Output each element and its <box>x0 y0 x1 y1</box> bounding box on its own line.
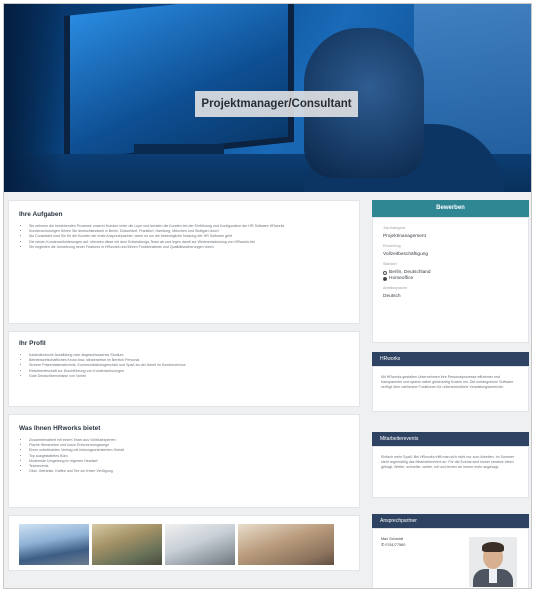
profile-heading: Ihr Profil <box>19 340 46 347</box>
radio-icon <box>383 271 387 275</box>
contact-avatar <box>469 537 517 587</box>
list-item: Gute Deutschkenntnisse von Vorteil <box>29 374 349 379</box>
office-interior-photo[interactable] <box>165 524 235 565</box>
profile-card: Ihr Profil Kaufmännische Ausbildung oder… <box>8 331 360 407</box>
team-group-photo[interactable] <box>238 524 334 565</box>
page-frame: Projektmanager/Consultant Ihre Aufgaben … <box>3 3 532 589</box>
contact-phone-number: 0761/77560 <box>385 542 406 547</box>
apply-button[interactable]: Bewerben <box>372 200 529 217</box>
offer-heading: Was Ihnen HRworks bietet <box>19 425 101 432</box>
about-box: Mit HRworks gestalten Unternehmen ihre P… <box>372 366 529 412</box>
about-text: Mit HRworks gestalten Unternehmen ihre P… <box>381 375 514 390</box>
offer-list: Zusammenarbeit mit einem Team aus Vollbl… <box>19 438 349 474</box>
hero-monitor <box>64 4 294 167</box>
events-heading: Mitarbeiterevents <box>372 432 529 446</box>
contact-box: Max Schmidt ✆ 0761/77560 <box>372 528 529 588</box>
tasks-list: Sie nehmen die bestehenden Prozesse unse… <box>19 224 349 250</box>
category-value: Projektmanagement <box>383 234 426 239</box>
hero-banner: Projektmanager/Consultant <box>4 4 531 192</box>
offer-card: Was Ihnen HRworks bietet Zusammenarbeit … <box>8 414 360 508</box>
list-item: Obst, Getränke, Kaffee und Tee zur freie… <box>29 469 349 474</box>
language-value: Deutsch <box>383 294 401 299</box>
location-label: Standort <box>383 262 397 266</box>
tasks-card: Ihre Aufgaben Sie nehmen die bestehenden… <box>8 200 360 324</box>
job-details-box: Job-Kategorie Projektmanagement Einstell… <box>372 217 529 343</box>
team-event-photo[interactable] <box>92 524 162 565</box>
photo-gallery <box>8 515 360 571</box>
events-box: Einfach mehr Spaß: Bei HRworks trifft ma… <box>372 446 529 498</box>
job-title: Projektmanager/Consultant <box>195 91 358 117</box>
type-label: Einstellung <box>383 244 401 248</box>
about-heading: HRworks <box>372 352 529 366</box>
list-item: Sie begleiten die Umsetzung neuer Featur… <box>29 245 349 250</box>
location-option-homeoffice[interactable]: Homeoffice <box>383 276 518 282</box>
language-label: Arbeitssprache <box>383 286 407 290</box>
radio-selected-icon <box>383 277 387 281</box>
avatar-shirt <box>489 569 497 583</box>
location-option-label: Homeoffice <box>389 276 414 281</box>
contact-heading: Ansprechpartner <box>372 514 529 528</box>
hero-shade <box>4 4 64 192</box>
category-label: Job-Kategorie <box>383 226 406 230</box>
location-options: Berlin, Deutschland Homeoffice <box>383 270 518 282</box>
avatar-hair <box>482 542 504 552</box>
tasks-heading: Ihre Aufgaben <box>19 211 63 218</box>
type-value: Vollzeitbeschäftigung <box>383 252 429 257</box>
profile-list: Kaufmännische Ausbildung oder abgeschlos… <box>19 353 349 379</box>
events-text: Einfach mehr Spaß: Bei HRworks trifft ma… <box>381 455 515 470</box>
office-building-photo[interactable] <box>19 524 89 565</box>
